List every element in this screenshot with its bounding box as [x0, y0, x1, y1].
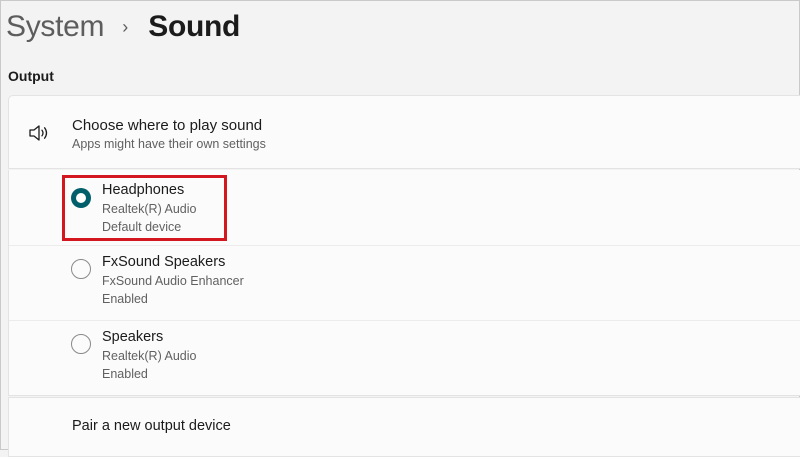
device-status: Enabled — [102, 367, 148, 381]
device-driver: FxSound Audio Enhancer — [102, 274, 244, 288]
pair-new-output-device[interactable]: Pair a new output device — [8, 397, 800, 457]
radio-fxsound-speakers[interactable] — [71, 259, 91, 279]
device-name: Speakers — [102, 329, 164, 345]
radio-headphones[interactable] — [71, 188, 91, 208]
output-selector-title: Choose where to play sound — [72, 117, 263, 134]
output-selector-subtitle: Apps might have their own settings — [72, 137, 266, 151]
section-label-output: Output — [8, 68, 54, 84]
device-status: Default device — [102, 220, 182, 234]
output-device-list: Headphones Realtek(R) Audio Default devi… — [8, 170, 800, 396]
page-title: Sound — [148, 10, 241, 43]
speaker-icon — [29, 125, 48, 141]
breadcrumb-system-link[interactable]: System — [6, 10, 105, 44]
device-name: FxSound Speakers — [102, 254, 226, 270]
output-panel: Choose where to play sound Apps might ha… — [8, 95, 800, 457]
device-name: Headphones — [102, 182, 185, 198]
device-driver: Realtek(R) Audio — [102, 202, 197, 216]
output-selector-header[interactable]: Choose where to play sound Apps might ha… — [8, 95, 800, 169]
device-status: Enabled — [102, 292, 148, 306]
device-driver: Realtek(R) Audio — [102, 349, 197, 363]
chevron-right-icon: › — [122, 16, 129, 37]
radio-speakers[interactable] — [71, 334, 91, 354]
device-fxsound-speakers[interactable]: FxSound Speakers FxSound Audio Enhancer … — [9, 245, 800, 321]
device-speakers[interactable]: Speakers Realtek(R) Audio Enabled — [9, 320, 800, 396]
device-headphones[interactable]: Headphones Realtek(R) Audio Default devi… — [9, 170, 800, 245]
breadcrumb: System › Sound — [6, 7, 240, 47]
pair-new-output-device-label: Pair a new output device — [72, 418, 231, 434]
